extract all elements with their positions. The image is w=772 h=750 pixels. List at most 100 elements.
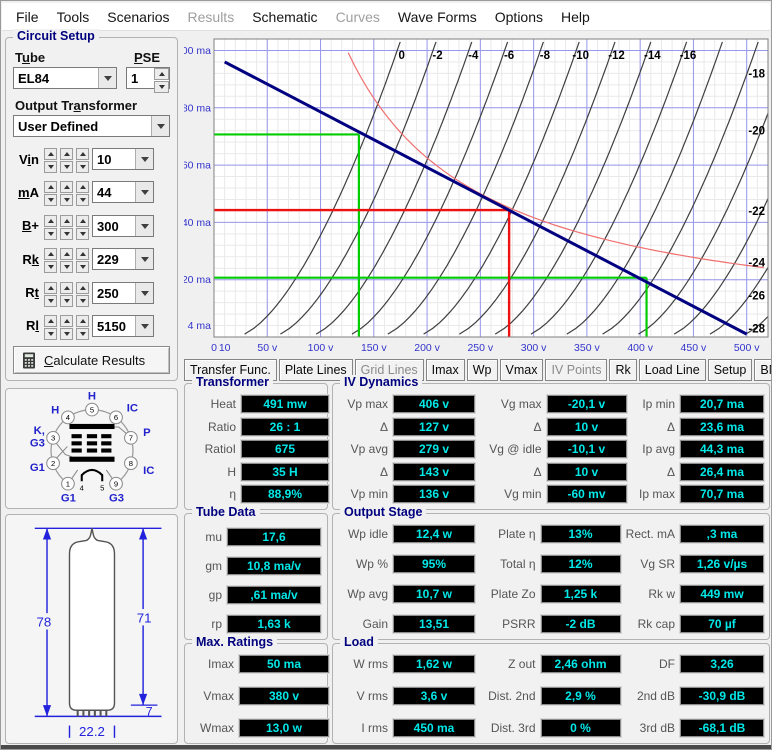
spin-up-icon[interactable] [60, 148, 73, 160]
spin-down-icon[interactable] [60, 228, 73, 240]
digit-stepper[interactable] [60, 248, 73, 270]
digit-stepper[interactable] [44, 315, 57, 337]
spin-down-icon[interactable] [44, 295, 57, 307]
spin-up-icon[interactable] [154, 68, 169, 80]
chart-button-iv-points[interactable]: IV Points [545, 359, 607, 381]
chart-button-bmp[interactable]: BMP [754, 359, 772, 381]
menu-item-scenarios[interactable]: Scenarios [98, 7, 178, 27]
grid-voltage-label: -4 [468, 50, 479, 62]
param-value-select[interactable]: 229 [92, 248, 154, 270]
menu-item-options[interactable]: Options [486, 7, 552, 27]
spin-up-icon[interactable] [44, 181, 57, 193]
digit-stepper[interactable] [76, 215, 89, 237]
param-value-select[interactable]: 250 [92, 282, 154, 304]
spin-down-icon[interactable] [60, 328, 73, 340]
digit-stepper[interactable] [76, 315, 89, 337]
param-value-select[interactable]: 44 [92, 181, 154, 203]
spin-up-icon[interactable] [76, 148, 89, 160]
result-row: Δ10 v [478, 463, 627, 481]
result-row: Rk w449 mw [621, 585, 764, 603]
digit-stepper[interactable] [60, 315, 73, 337]
spin-down-icon[interactable] [76, 328, 89, 340]
menu-item-file[interactable]: File [7, 7, 48, 27]
spin-down-icon[interactable] [44, 161, 57, 173]
param-value-select[interactable]: 300 [92, 215, 154, 237]
tube-select[interactable]: EL84 [13, 67, 117, 89]
param-value: 5150 [93, 316, 135, 336]
menu-item-tools[interactable]: Tools [48, 7, 99, 27]
spin-up-icon[interactable] [76, 215, 89, 227]
spin-up-icon[interactable] [60, 315, 73, 327]
spin-down-icon[interactable] [44, 328, 57, 340]
chevron-down-icon[interactable] [135, 149, 153, 169]
spin-down-icon[interactable] [154, 81, 169, 93]
spin-up-icon[interactable] [44, 248, 57, 260]
chart-button-setup[interactable]: Setup [708, 359, 753, 381]
digit-stepper[interactable] [44, 248, 57, 270]
spin-up-icon[interactable] [44, 215, 57, 227]
digit-stepper[interactable] [44, 282, 57, 304]
chevron-down-icon[interactable] [151, 116, 169, 136]
chart-button-rk[interactable]: Rk [609, 359, 636, 381]
spin-up-icon[interactable] [44, 315, 57, 327]
chevron-down-icon[interactable] [135, 316, 153, 336]
spin-down-icon[interactable] [44, 261, 57, 273]
digit-stepper[interactable] [60, 282, 73, 304]
calculate-results-button[interactable]: Calculate Results [13, 346, 170, 374]
x-axis-tick-label: 250 v [467, 342, 493, 354]
spin-up-icon[interactable] [60, 181, 73, 193]
digit-stepper[interactable] [60, 148, 73, 170]
pin-label: IC [127, 403, 138, 415]
digit-stepper[interactable] [60, 215, 73, 237]
digit-stepper[interactable] [44, 215, 57, 237]
spin-up-icon[interactable] [44, 148, 57, 160]
chevron-down-icon[interactable] [135, 216, 153, 236]
pse-stepper[interactable]: 1 [126, 67, 170, 89]
digit-stepper[interactable] [44, 181, 57, 203]
chart-button-wp[interactable]: Wp [467, 359, 498, 381]
chevron-down-icon[interactable] [135, 182, 153, 202]
spin-down-icon[interactable] [60, 194, 73, 206]
spin-up-icon[interactable] [76, 181, 89, 193]
spin-down-icon[interactable] [44, 228, 57, 240]
spin-down-icon[interactable] [60, 261, 73, 273]
spin-up-icon[interactable] [76, 315, 89, 327]
spin-up-icon[interactable] [60, 215, 73, 227]
output-transformer-select[interactable]: User Defined [13, 115, 170, 137]
spin-down-icon[interactable] [76, 194, 89, 206]
result-value: 449 mw [680, 585, 764, 603]
digit-stepper[interactable] [60, 181, 73, 203]
menu-item-schematic[interactable]: Schematic [243, 7, 326, 27]
spin-up-icon[interactable] [44, 282, 57, 294]
grid-voltage-label: -28 [748, 323, 765, 335]
spin-down-icon[interactable] [76, 295, 89, 307]
digit-stepper[interactable] [76, 248, 89, 270]
chart-button-vmax[interactable]: Vmax [500, 359, 544, 381]
spin-up-icon[interactable] [76, 248, 89, 260]
param-value-select[interactable]: 5150 [92, 315, 154, 337]
param-value-select[interactable]: 10 [92, 148, 154, 170]
result-label: Vmax [190, 689, 234, 703]
circuit-setup-panel: Circuit Setup Tube PSE EL84 1 [5, 37, 178, 381]
spin-up-icon[interactable] [60, 282, 73, 294]
param-row-rl: Rl5150 [13, 314, 170, 338]
spin-down-icon[interactable] [60, 295, 73, 307]
spin-down-icon[interactable] [76, 228, 89, 240]
digit-stepper[interactable] [76, 282, 89, 304]
chevron-down-icon[interactable] [135, 283, 153, 303]
chevron-down-icon[interactable] [135, 249, 153, 269]
spin-down-icon[interactable] [76, 261, 89, 273]
chart-button-imax[interactable]: Imax [426, 359, 465, 381]
menu-item-wave-forms[interactable]: Wave Forms [389, 7, 486, 27]
spin-down-icon[interactable] [60, 161, 73, 173]
spin-down-icon[interactable] [76, 161, 89, 173]
digit-stepper[interactable] [44, 148, 57, 170]
spin-up-icon[interactable] [60, 248, 73, 260]
chart-button-load-line[interactable]: Load Line [639, 359, 706, 381]
chevron-down-icon[interactable] [98, 68, 116, 88]
digit-stepper[interactable] [76, 181, 89, 203]
digit-stepper[interactable] [76, 148, 89, 170]
spin-down-icon[interactable] [44, 194, 57, 206]
spin-up-icon[interactable] [76, 282, 89, 294]
menu-item-help[interactable]: Help [552, 7, 599, 27]
